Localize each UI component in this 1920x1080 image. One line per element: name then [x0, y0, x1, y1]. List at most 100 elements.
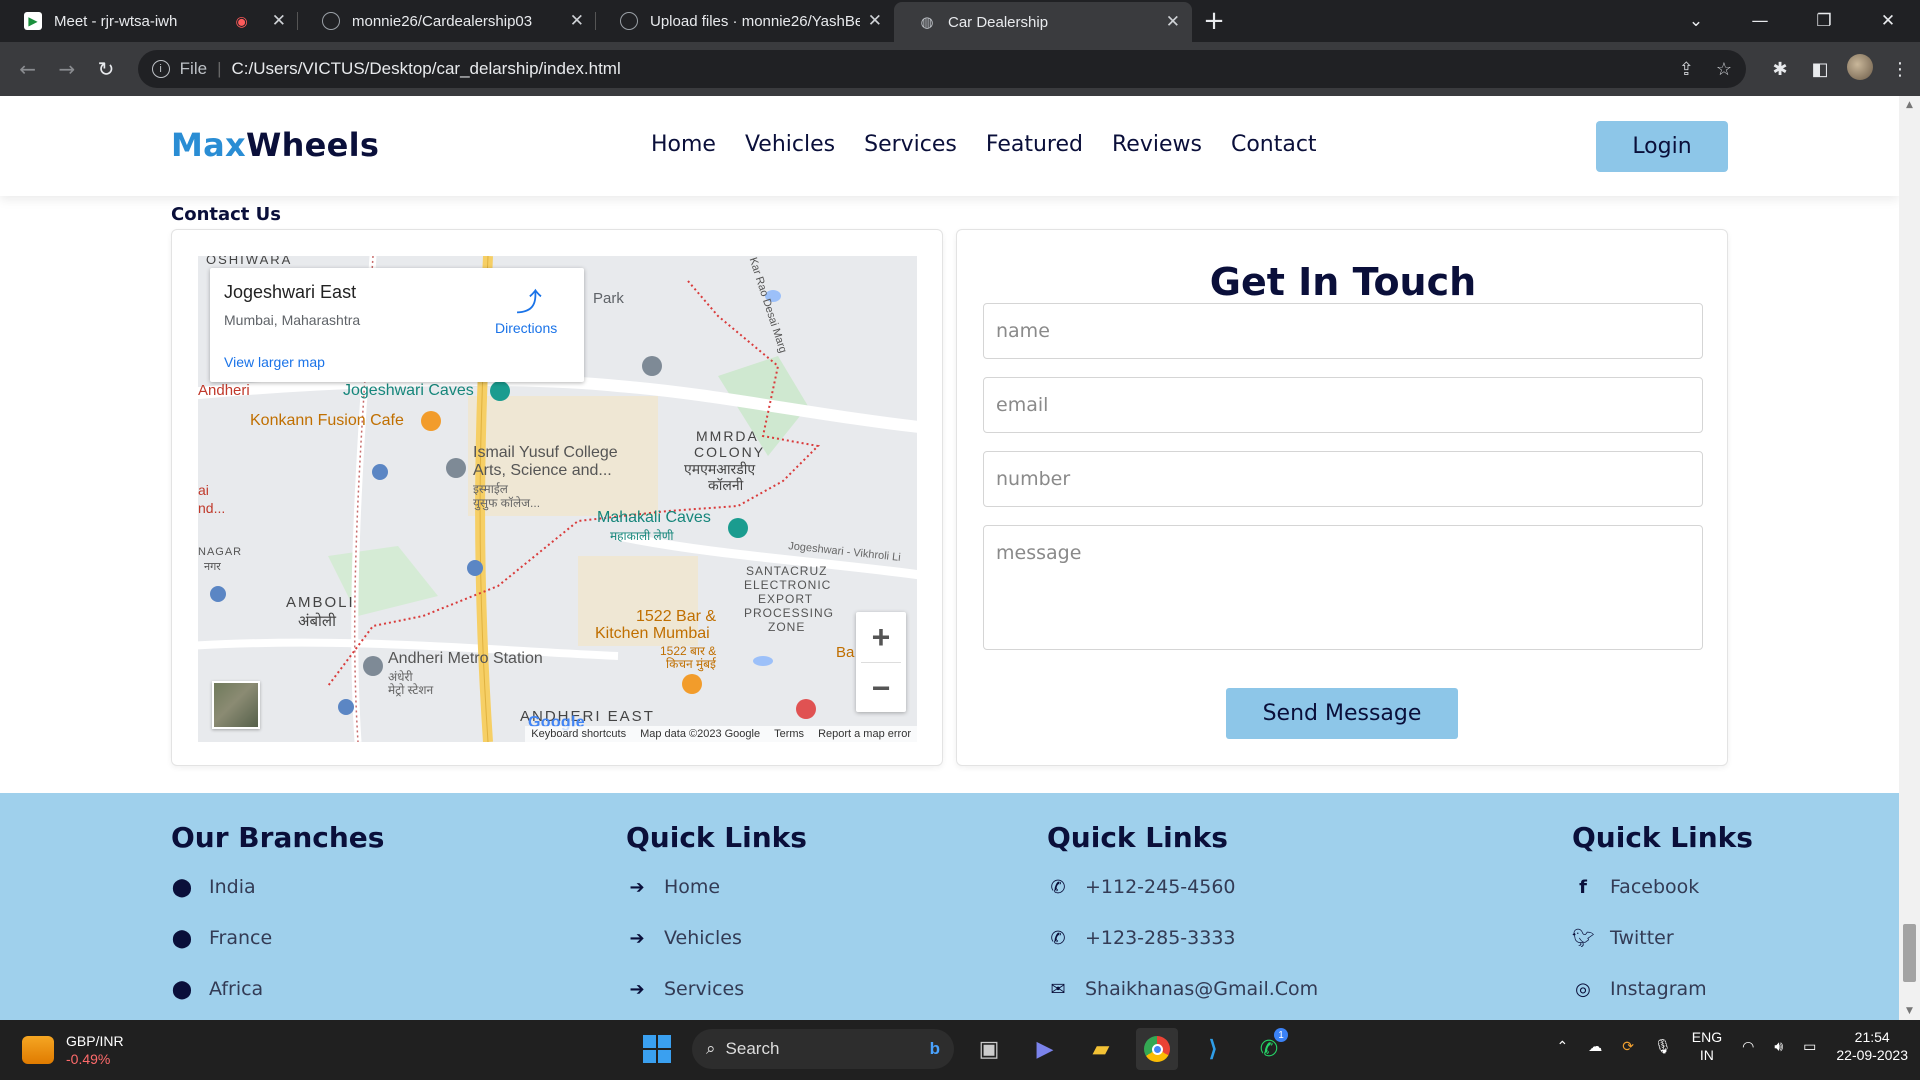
- restore-icon[interactable]: ❐: [1792, 11, 1856, 31]
- directions-icon[interactable]: ⤴: [516, 282, 542, 319]
- scroll-up-icon[interactable]: ▲: [1899, 100, 1920, 110]
- vscode-icon[interactable]: ⟩: [1192, 1028, 1234, 1070]
- bookmark-star-icon[interactable]: ☆: [1716, 59, 1732, 80]
- close-window-icon[interactable]: ✕: [1856, 11, 1920, 31]
- terms-link[interactable]: Terms: [774, 728, 804, 740]
- report-error-link[interactable]: Report a map error: [818, 728, 911, 740]
- logo[interactable]: MaxWheels: [171, 126, 379, 164]
- back-icon[interactable]: ←: [8, 57, 47, 81]
- send-message-button[interactable]: Send Message: [1226, 688, 1458, 739]
- whatsapp-icon[interactable]: ✆ 1: [1248, 1028, 1290, 1070]
- number-input[interactable]: number: [983, 451, 1703, 507]
- tab-github-cardealership[interactable]: monnie26/Cardealership03 ✕: [298, 0, 596, 42]
- login-button[interactable]: Login: [1596, 121, 1728, 172]
- nav-featured[interactable]: Featured: [986, 132, 1083, 157]
- view-larger-map-link[interactable]: View larger map: [224, 354, 325, 370]
- tab-car-dealership[interactable]: ◍ Car Dealership ✕: [894, 2, 1192, 42]
- profile-avatar[interactable]: [1840, 53, 1880, 85]
- footer-link[interactable]: ➔ Home: [626, 876, 720, 898]
- message-textarea[interactable]: message: [983, 525, 1703, 650]
- footer-link[interactable]: ⬤ Africa: [171, 978, 263, 1000]
- clock[interactable]: 21:54 22-09-2023: [1836, 1028, 1908, 1064]
- zoom-out-button[interactable]: −: [856, 663, 906, 713]
- microphone-icon[interactable]: 🎙︎: [1654, 1038, 1672, 1055]
- scroll-down-icon[interactable]: ▼: [1899, 1006, 1920, 1016]
- directions-link[interactable]: Directions: [495, 320, 557, 336]
- share-icon[interactable]: ⇪: [1679, 59, 1694, 80]
- map-label: AMBOLI: [286, 594, 355, 611]
- url-text[interactable]: C:/Users/VICTUS/Desktop/car_delarship/in…: [231, 59, 1656, 79]
- footer-heading: Quick Links: [1047, 821, 1228, 854]
- language-indicator[interactable]: ENG IN: [1692, 1028, 1722, 1064]
- browser-toolbar: ← → ↻ i File | C:/Users/VICTUS/Desktop/c…: [0, 42, 1920, 96]
- school-pin: [642, 356, 662, 376]
- google-map[interactable]: OSHIWARA Park Kar Rao Desai Marg Andheri…: [198, 256, 917, 742]
- name-input[interactable]: name: [983, 303, 1703, 359]
- map-label: SANTACRUZ: [746, 564, 828, 578]
- globe-icon: ◍: [920, 14, 934, 31]
- email-input[interactable]: email: [983, 377, 1703, 433]
- close-tab-icon[interactable]: ✕: [570, 11, 584, 31]
- ticker-name: GBP/INR: [66, 1033, 124, 1049]
- scrollbar-thumb[interactable]: [1903, 924, 1916, 982]
- battery-icon[interactable]: ▭: [1803, 1038, 1816, 1055]
- map-attribution: Keyboard shortcuts Map data ©2023 Google…: [525, 726, 917, 742]
- site-footer: Our Branches ⬤ India ⬤ France ⬤ Africa Quic…: [0, 793, 1899, 1020]
- keyboard-shortcuts-link[interactable]: Keyboard shortcuts: [531, 728, 626, 740]
- nav-home[interactable]: Home: [651, 132, 716, 157]
- nav-reviews[interactable]: Reviews: [1112, 132, 1202, 157]
- close-tab-icon[interactable]: ✕: [868, 11, 882, 31]
- footer-link[interactable]: ✉ Shaikhanas@Gmail.Com: [1047, 978, 1318, 1000]
- footer-link[interactable]: 🐦︎ Twitter: [1572, 927, 1674, 949]
- satellite-toggle[interactable]: [212, 681, 260, 729]
- map-label: युसुफ कॉलेज...: [473, 496, 541, 510]
- stock-widget[interactable]: GBP/INR -0.49%: [22, 1032, 124, 1068]
- wifi-icon[interactable]: ◠: [1742, 1038, 1754, 1055]
- tab-meet[interactable]: ▶ Meet - rjr-wtsa-iwh ◉ ✕: [0, 0, 298, 42]
- task-view-icon[interactable]: ▣: [968, 1028, 1010, 1070]
- map-label: nd...: [198, 500, 226, 516]
- start-button[interactable]: [636, 1028, 678, 1070]
- onedrive-icon[interactable]: ☁: [1588, 1038, 1602, 1055]
- address-bar[interactable]: i File | C:/Users/VICTUS/Desktop/car_del…: [137, 50, 1747, 88]
- sync-icon[interactable]: ⟳: [1622, 1038, 1634, 1055]
- zoom-in-button[interactable]: +: [856, 612, 906, 662]
- footer-link[interactable]: f Facebook: [1572, 876, 1699, 898]
- window-controls: ⌄ — ❐ ✕: [1664, 0, 1920, 42]
- close-tab-icon[interactable]: ✕: [272, 11, 286, 31]
- close-tab-icon[interactable]: ✕: [1166, 12, 1180, 32]
- taskbar-search[interactable]: ⌕ Search b: [692, 1029, 954, 1069]
- arrow-right-icon: ➔: [629, 978, 645, 1000]
- footer-link[interactable]: ⬤ India: [171, 876, 256, 898]
- show-hidden-icons-icon[interactable]: ⌃: [1557, 1038, 1569, 1055]
- side-panel-icon[interactable]: ◧: [1800, 59, 1840, 80]
- file-explorer-icon[interactable]: ▰: [1080, 1028, 1122, 1070]
- footer-link[interactable]: ➔ Services: [626, 978, 744, 1000]
- nav-vehicles[interactable]: Vehicles: [745, 132, 835, 157]
- new-tab-button[interactable]: +: [1192, 0, 1236, 42]
- recording-icon: ◉: [235, 12, 248, 29]
- nav-services[interactable]: Services: [864, 132, 957, 157]
- info-icon[interactable]: i: [151, 60, 170, 78]
- nav-contact[interactable]: Contact: [1231, 132, 1317, 157]
- map-label: COLONY: [694, 444, 766, 460]
- reload-icon[interactable]: ↻: [86, 57, 125, 81]
- menu-icon[interactable]: ⋮: [1880, 59, 1920, 80]
- forward-icon[interactable]: →: [47, 57, 86, 81]
- footer-link[interactable]: ⬤ France: [171, 927, 272, 949]
- contact-form-card: Get In Touch name email number message S…: [956, 229, 1728, 766]
- tab-github-upload[interactable]: Upload files · monnie26/YashBe ✕: [596, 0, 894, 42]
- teams-chat-icon[interactable]: ▶: [1024, 1028, 1066, 1070]
- github-icon: [322, 12, 340, 30]
- footer-link[interactable]: ✆ +112-245-4560: [1047, 876, 1235, 898]
- footer-link[interactable]: ✆ +123-285-3333: [1047, 927, 1235, 949]
- footer-link[interactable]: ◎ Instagram: [1572, 978, 1707, 1000]
- chrome-icon[interactable]: [1136, 1028, 1178, 1070]
- page-scrollbar[interactable]: ▲ ▼: [1899, 96, 1920, 1020]
- extensions-icon[interactable]: ✱: [1760, 59, 1800, 80]
- footer-link[interactable]: ➔ Vehicles: [626, 927, 741, 949]
- minimize-icon[interactable]: —: [1728, 11, 1792, 31]
- volume-icon[interactable]: 🔊︎: [1774, 1038, 1783, 1055]
- tab-search-icon[interactable]: ⌄: [1664, 11, 1728, 31]
- clock-date: 22-09-2023: [1836, 1047, 1908, 1063]
